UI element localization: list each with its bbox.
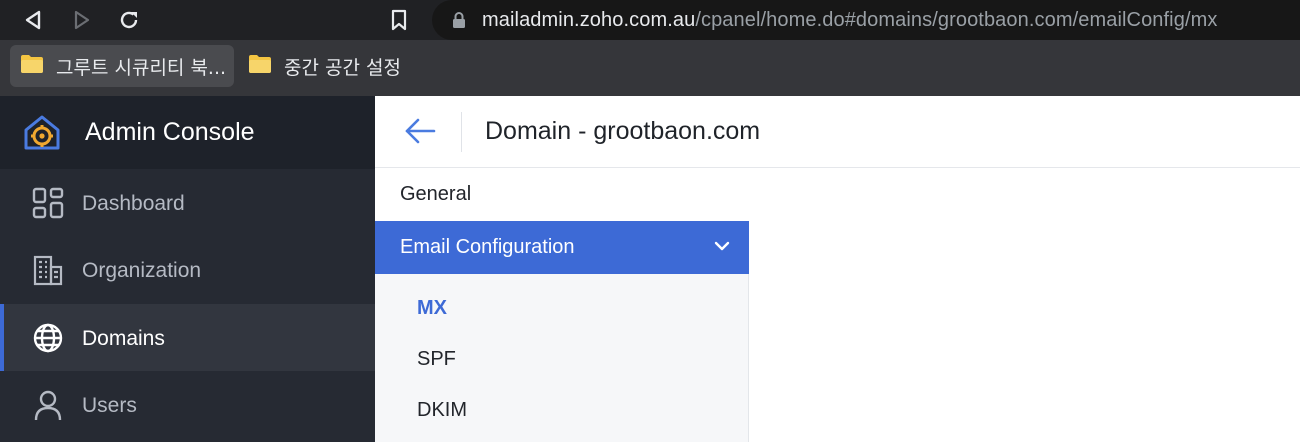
url-host: mailadmin.zoho.com.au: [482, 9, 696, 31]
globe-icon: [32, 322, 64, 359]
main-content: Domain - grootbaon.com General Email Con…: [375, 96, 1300, 442]
sidebar-item-dashboard[interactable]: Dashboard: [0, 169, 375, 236]
bookmark-icon[interactable]: [384, 5, 414, 35]
domain-subnav: General Email Configuration MX SPF DKIM: [375, 168, 749, 442]
admin-console-logo-icon: [22, 114, 62, 157]
subnav-item-spf[interactable]: SPF: [375, 334, 749, 385]
back-arrow-icon[interactable]: [403, 116, 437, 151]
bookmark-folder-1[interactable]: 그루트 시큐리티 북...: [10, 45, 234, 87]
folder-icon: [20, 54, 44, 79]
bookmarks-bar: 그루트 시큐리티 북... 중간 공간 설정: [0, 40, 1300, 96]
folder-icon: [248, 54, 272, 79]
sidebar-item-organization[interactable]: Organization: [0, 236, 375, 303]
chevron-down-icon: [713, 239, 731, 258]
subnav-general[interactable]: General: [375, 168, 749, 221]
lock-icon[interactable]: [452, 11, 466, 34]
bookmark-label: 중간 공간 설정: [284, 56, 401, 79]
header-divider: [461, 112, 462, 152]
subnav-label: DKIM: [417, 399, 467, 421]
sidebar-item-users[interactable]: Users: [0, 371, 375, 438]
sidebar-item-label: Users: [82, 394, 137, 417]
page-header: Domain - grootbaon.com: [375, 96, 1300, 168]
sidebar-item-label: Organization: [82, 259, 202, 282]
app-title: Admin Console: [85, 118, 255, 146]
back-arrow-icon[interactable]: [18, 5, 48, 35]
sidebar-item-label: Dashboard: [82, 192, 185, 215]
subnav-email-configuration[interactable]: Email Configuration: [375, 221, 749, 274]
forward-arrow-icon[interactable]: [67, 5, 97, 35]
address-bar[interactable]: mailadmin.zoho.com.au/cpanel/home.do#dom…: [432, 0, 1300, 40]
sidebar-item-label: Domains: [82, 327, 165, 350]
url-text[interactable]: mailadmin.zoho.com.au/cpanel/home.do#dom…: [482, 9, 1217, 32]
brand-header: Admin Console: [0, 96, 375, 169]
bookmark-label: 그루트 시큐리티 북...: [56, 56, 227, 79]
dashboard-icon: [32, 187, 64, 224]
browser-toolbar: mailadmin.zoho.com.au/cpanel/home.do#dom…: [0, 0, 1300, 40]
subnav-item-mx[interactable]: MX: [375, 283, 749, 334]
reload-icon[interactable]: [114, 5, 144, 35]
building-icon: [32, 254, 64, 291]
bookmark-folder-2[interactable]: 중간 공간 설정: [238, 45, 411, 87]
subnav-label: General: [400, 183, 472, 205]
user-icon: [32, 389, 64, 426]
subnav-item-dkim[interactable]: DKIM: [375, 385, 749, 436]
subnav-label: MX: [417, 297, 447, 319]
url-path: /cpanel/home.do#domains/grootbaon.com/em…: [695, 9, 1218, 31]
subnav-label: Email Configuration: [400, 236, 575, 258]
sidebar: Admin Console Dashboard Organization Dom…: [0, 96, 375, 442]
subnav-label: SPF: [417, 348, 456, 370]
page-title: Domain - grootbaon.com: [485, 117, 761, 145]
sidebar-item-domains[interactable]: Domains: [0, 304, 375, 371]
